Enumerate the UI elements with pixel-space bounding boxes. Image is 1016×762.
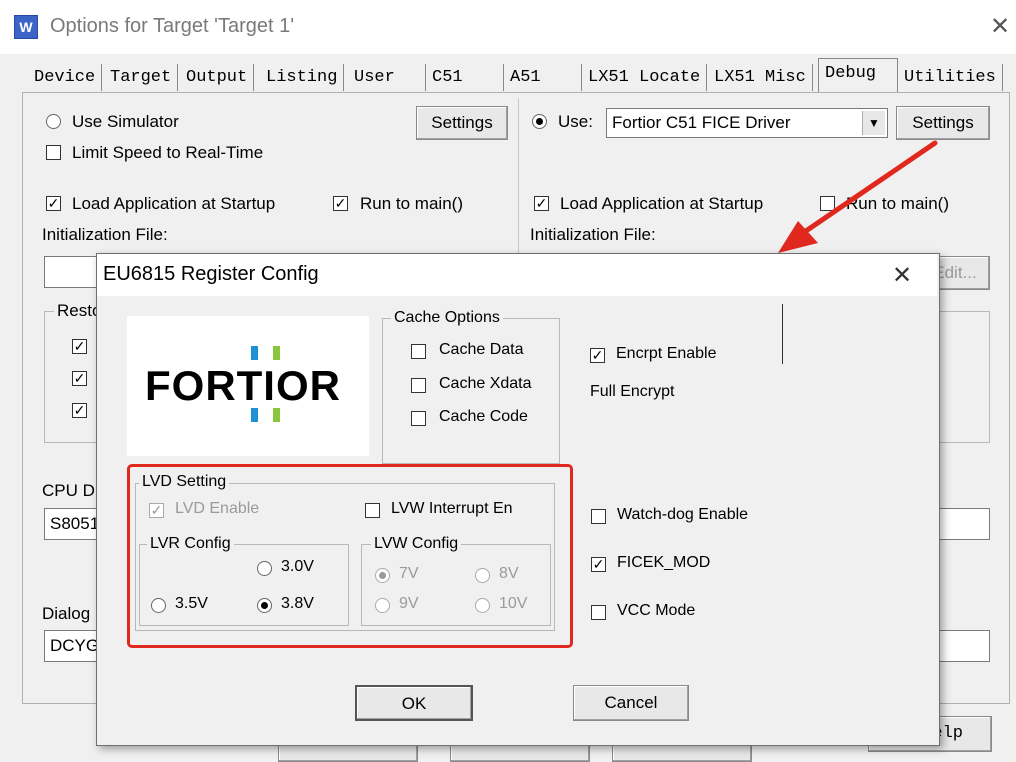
vcc-mode-label: VCC Mode xyxy=(617,602,696,619)
close-icon[interactable]: ✕ xyxy=(990,12,1010,41)
use-label: Use: xyxy=(558,112,593,131)
logo-bar xyxy=(273,346,280,360)
dialog-title: EU6815 Register Config xyxy=(103,263,319,285)
limit-speed-checkbox[interactable] xyxy=(46,145,61,160)
ficek-mod-label: FICEK_MOD xyxy=(617,554,711,571)
cpu-dll-input[interactable]: S8051 xyxy=(44,508,104,540)
cache-xdata-label: Cache Xdata xyxy=(439,375,532,392)
use-simulator-label: Use Simulator xyxy=(72,112,179,131)
right-load-app-label: Load Application at Startup xyxy=(560,194,764,213)
ok-button[interactable]: OK xyxy=(355,685,473,721)
left-run-to-main-label: Run to main() xyxy=(360,194,463,213)
tab-device[interactable]: Device xyxy=(28,64,103,91)
window-titlebar: W Options for Target 'Target 1' ✕ xyxy=(0,0,1016,54)
watchdog-checkbox[interactable] xyxy=(591,509,606,524)
dialog-titlebar: EU6815 Register Config ✕ xyxy=(97,254,937,296)
left-load-app-checkbox[interactable]: ✓ xyxy=(46,196,61,211)
encrypt-enable-checkbox[interactable]: ✓ xyxy=(590,348,605,363)
driver-select[interactable]: Fortior C51 FICE Driver ▼ xyxy=(606,108,888,138)
left-init-file-input[interactable] xyxy=(44,256,104,288)
app-icon: W xyxy=(14,15,38,39)
vertical-divider xyxy=(782,304,783,364)
fortior-logo: FORTIOR xyxy=(127,316,369,456)
logo-text: FORTIOR xyxy=(145,362,341,409)
window-title: Options for Target 'Target 1' xyxy=(50,15,295,37)
tab-c51[interactable]: C51 xyxy=(426,64,504,91)
right-init-file-label: Initialization File: xyxy=(530,225,656,244)
tab-lx51-misc[interactable]: LX51 Misc xyxy=(708,64,813,91)
left-init-file-label: Initialization File: xyxy=(42,225,168,244)
full-encrypt-label: Full Encrypt xyxy=(590,383,675,400)
cache-options-title: Cache Options xyxy=(391,309,503,327)
vcc-mode-checkbox[interactable] xyxy=(591,605,606,620)
cache-code-checkbox[interactable] xyxy=(411,411,426,426)
right-load-app-checkbox[interactable]: ✓ xyxy=(534,196,549,211)
left-run-to-main-checkbox[interactable]: ✓ xyxy=(333,196,348,211)
cache-data-label: Cache Data xyxy=(439,341,524,358)
tab-a51[interactable]: A51 xyxy=(504,64,582,91)
tab-utilities[interactable]: Utilities xyxy=(898,64,1003,91)
tab-listing[interactable]: Listing xyxy=(260,64,345,91)
cancel-button[interactable]: Cancel xyxy=(573,685,689,721)
encrypt-enable-label: Encrpt Enable xyxy=(616,345,717,362)
tab-debug[interactable]: Debug xyxy=(818,58,898,92)
tab-output[interactable]: Output xyxy=(180,64,255,91)
cache-data-checkbox[interactable] xyxy=(411,344,426,359)
use-simulator-radio[interactable] xyxy=(46,114,61,129)
restore-checkbox-1[interactable]: ✓ xyxy=(72,339,87,354)
restore-checkbox-3[interactable]: ✓ xyxy=(72,403,87,418)
logo-bar xyxy=(251,408,258,422)
dialog-dll-label: Dialog xyxy=(42,604,91,623)
tab-target[interactable]: Target xyxy=(104,64,179,91)
dialog-dll-input[interactable]: DCYG xyxy=(44,630,104,662)
cache-xdata-checkbox[interactable] xyxy=(411,378,426,393)
register-config-dialog: EU6815 Register Config ✕ FORTIOR Cache O… xyxy=(96,253,940,746)
watchdog-label: Watch-dog Enable xyxy=(617,506,749,523)
left-load-app-label: Load Application at Startup xyxy=(72,194,276,213)
restore-checkbox-2[interactable]: ✓ xyxy=(72,371,87,386)
logo-bar xyxy=(251,346,258,360)
limit-speed-label: Limit Speed to Real-Time xyxy=(72,143,264,162)
highlight-box xyxy=(127,464,573,648)
chevron-down-icon[interactable]: ▼ xyxy=(862,111,885,135)
logo-bar xyxy=(273,408,280,422)
dialog-close-icon[interactable]: ✕ xyxy=(892,261,912,290)
use-driver-radio[interactable] xyxy=(532,114,547,129)
cpu-dll-label: CPU D xyxy=(42,481,95,500)
cache-code-label: Cache Code xyxy=(439,408,528,425)
annotation-arrow xyxy=(778,140,938,253)
tab-user[interactable]: User xyxy=(348,64,426,91)
simulator-settings-button[interactable]: Settings xyxy=(416,106,508,140)
ficek-mod-checkbox[interactable]: ✓ xyxy=(591,557,606,572)
driver-select-value: Fortior C51 FICE Driver xyxy=(612,113,791,132)
tab-lx51-locate[interactable]: LX51 Locate xyxy=(582,64,708,91)
